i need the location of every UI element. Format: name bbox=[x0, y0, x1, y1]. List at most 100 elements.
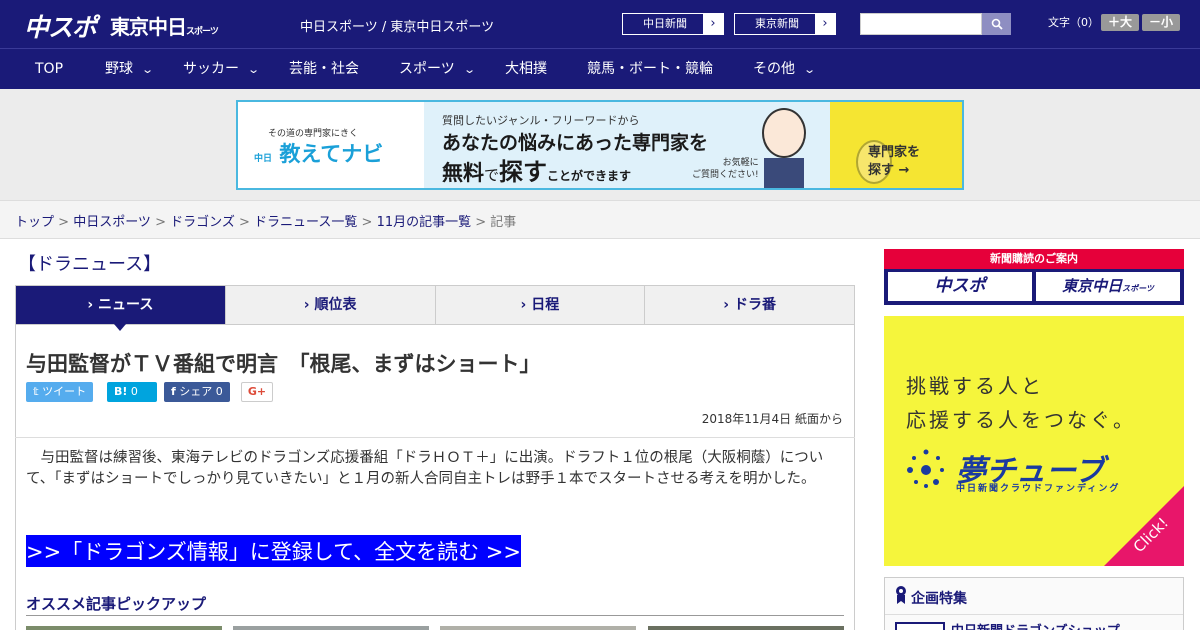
feature-title: 企画特集 bbox=[911, 591, 967, 607]
tokyo-shimbun-link[interactable]: 東京新聞 › bbox=[734, 13, 836, 35]
oshiete-navi-banner[interactable]: その道の専門家にきく 中日 教えてナビ 質問したいジャンル・フリーワードから あ… bbox=[236, 100, 964, 190]
breadcrumb-bar: トップ > 中日スポーツ > ドラゴンズ > ドラニュース一覧 > 11月の記事… bbox=[0, 200, 1200, 239]
hatena-icon: B! bbox=[114, 385, 128, 398]
banner-line1: 質問したいジャンル・フリーワードから bbox=[442, 114, 640, 127]
chuspo-logo[interactable]: 中スポ bbox=[24, 8, 97, 44]
search-button[interactable] bbox=[982, 13, 1011, 35]
ad-line2: 応援する人をつなぐ。 bbox=[906, 408, 1136, 432]
nav-label: 芸能・社会 bbox=[289, 61, 359, 77]
pickup-title: オススメ記事ピックアップ bbox=[26, 595, 207, 613]
banner-note: お気軽に ご質問ください! bbox=[692, 157, 759, 181]
tokyo-chunichi-logo[interactable]: 東京中日スポーツ bbox=[110, 11, 219, 40]
ad-line1: 挑戦する人と bbox=[906, 374, 1044, 398]
dragons-shop-thumbnail[interactable] bbox=[895, 622, 945, 630]
search-icon bbox=[991, 18, 1003, 30]
subscribe-chuspo[interactable]: 中スポ bbox=[888, 272, 1032, 301]
tab-news[interactable]: › ニュース bbox=[16, 286, 226, 331]
subscribe-banner[interactable]: 新聞購読のご案内 中スポ 東京中日スポーツ bbox=[884, 249, 1184, 305]
nav-item-sumo[interactable]: 大相撲 bbox=[505, 49, 547, 89]
tab-dora-ban[interactable]: › ドラ番 bbox=[645, 286, 854, 324]
breadcrumb: トップ > 中日スポーツ > ドラゴンズ > ドラニュース一覧 > 11月の記事… bbox=[15, 215, 517, 230]
header-bar: 中スポ 東京中日スポーツ 中日スポーツ / 東京中日スポーツ 中日新聞 › 東京新… bbox=[0, 0, 1200, 48]
chevron-right-icon: › bbox=[703, 14, 723, 34]
font-size-label: 文字（0） bbox=[1048, 16, 1099, 29]
subscribe-tokyo-chunichi[interactable]: 東京中日スポーツ bbox=[1036, 272, 1180, 301]
hatena-button[interactable]: B! 0 bbox=[107, 382, 157, 402]
banner-cta[interactable]: 専門家を探す → bbox=[830, 102, 962, 188]
search-input[interactable] bbox=[860, 13, 982, 35]
nav-item-entertainment[interactable]: 芸能・社会 bbox=[289, 49, 359, 89]
google-plus-button[interactable]: G+ bbox=[241, 382, 273, 402]
font-larger-button[interactable]: ＋大 bbox=[1101, 14, 1139, 31]
chunichi-shimbun-link[interactable]: 中日新聞 › bbox=[622, 13, 724, 35]
facebook-share-button[interactable]: f シェア 0 bbox=[164, 382, 230, 402]
nav-label: TOP bbox=[35, 61, 64, 77]
pickup-thumbnail[interactable] bbox=[233, 626, 429, 630]
nav-item-racing[interactable]: 競馬・ボート・競輪 bbox=[587, 49, 713, 89]
ad-subtitle: 中日新聞クラウドファンディング bbox=[956, 484, 1121, 494]
banner-copy: 質問したいジャンル・フリーワードから あなたの悩みにあった専門家を 無料で探すこ… bbox=[424, 102, 830, 188]
banner-line2: あなたの悩みにあった専門家を bbox=[442, 132, 709, 154]
site-names: 中日スポーツ / 東京中日スポーツ bbox=[300, 20, 495, 35]
subscribe-tokyo-small: スポーツ bbox=[1122, 284, 1154, 293]
nav-label: サッカー bbox=[183, 61, 239, 77]
pickup-thumbnail[interactable] bbox=[648, 626, 844, 630]
banner-logo-area: その道の専門家にきく 中日 教えてナビ bbox=[238, 102, 424, 188]
nav-item-other[interactable]: その他 ⌄ bbox=[753, 49, 817, 89]
tab-label: ニュース bbox=[98, 297, 154, 313]
tab-label: 順位表 bbox=[314, 297, 357, 313]
breadcrumb-dragons[interactable]: ドラゴンズ bbox=[170, 215, 235, 230]
breadcrumb-november[interactable]: 11月の記事一覧 bbox=[377, 215, 472, 230]
banner-note2: ご質問ください! bbox=[692, 170, 759, 180]
expert-suit bbox=[764, 158, 804, 188]
breadcrumb-chunichi-sports[interactable]: 中日スポーツ bbox=[73, 215, 151, 230]
expert-illustration bbox=[762, 108, 806, 158]
nav-label: 大相撲 bbox=[505, 61, 547, 77]
chevron-down-icon: ⌄ bbox=[803, 63, 817, 76]
tab-label: 日程 bbox=[531, 297, 560, 313]
nav-label: 野球 bbox=[105, 61, 133, 77]
tweet-button[interactable]: 𝕥 ツイート bbox=[26, 382, 94, 402]
tokyo-logo-small: スポーツ bbox=[186, 27, 219, 37]
chevron-down-icon: ⌄ bbox=[247, 63, 261, 76]
tweet-label: ツイート bbox=[42, 385, 87, 398]
feature-box: 企画特集 中日新聞ドラゴンズショップ bbox=[884, 577, 1184, 630]
divider bbox=[15, 437, 855, 438]
article-headline: 与田監督がＴＶ番組で明言 「根尾、まずはショート」 bbox=[26, 352, 541, 376]
banner-logo: 中日 教えてナビ bbox=[254, 138, 383, 168]
read-more-link[interactable]: >>「ドラゴンズ情報」に登録して、全文を読む >> bbox=[26, 535, 521, 567]
tab-schedule[interactable]: › 日程 bbox=[435, 286, 646, 324]
feature-item-dragons-shop[interactable]: 中日新聞ドラゴンズショップ bbox=[951, 620, 1120, 630]
font-smaller-button[interactable]: －小 bbox=[1142, 14, 1180, 31]
banner-cta1: 専門家を bbox=[868, 145, 921, 160]
breadcrumb-top[interactable]: トップ bbox=[15, 215, 54, 230]
banner-can: ことができます bbox=[547, 169, 632, 183]
ribbon-icon bbox=[896, 586, 906, 604]
hatena-count: 0 bbox=[130, 385, 138, 398]
facebook-icon: f bbox=[171, 385, 176, 398]
dragons-tabs: › ニュース › 順位表 › 日程 › ドラ番 bbox=[15, 285, 855, 331]
nav-item-soccer[interactable]: サッカー ⌄ bbox=[183, 49, 261, 89]
pickup-thumbnail[interactable] bbox=[440, 626, 636, 630]
nav-label: 競馬・ボート・競輪 bbox=[587, 61, 713, 77]
yume-tube-ad[interactable]: 挑戦する人と 応援する人をつなぐ。 夢チューブ 中日新聞クラウドファンディング … bbox=[884, 316, 1184, 566]
subscribe-tokyo-label: 東京中日 bbox=[1062, 277, 1123, 295]
tab-standings[interactable]: › 順位表 bbox=[225, 286, 436, 324]
chevron-down-icon: ⌄ bbox=[462, 63, 476, 76]
banner-cta2: 探す → bbox=[868, 163, 910, 178]
nav-item-top[interactable]: TOP bbox=[35, 49, 63, 89]
feature-divider bbox=[885, 614, 1183, 615]
banner-de: で bbox=[484, 166, 500, 184]
chevron-right-icon: › bbox=[815, 14, 835, 34]
nav-item-sports[interactable]: スポーツ ⌄ bbox=[399, 49, 476, 89]
article-date: 2018年11月4日 紙面から bbox=[701, 412, 843, 426]
nav-item-baseball[interactable]: 野球 ⌄ bbox=[105, 49, 154, 89]
nav-label: その他 bbox=[753, 61, 795, 77]
tokyo-shimbun-label: 東京新聞 bbox=[755, 17, 799, 30]
banner-search: 探す bbox=[499, 158, 548, 186]
banner-free: 無料 bbox=[442, 161, 484, 185]
breadcrumb-dora-news[interactable]: ドラニュース一覧 bbox=[254, 215, 357, 230]
banner-logo-text: 教えてナビ bbox=[279, 142, 384, 166]
tokyo-logo-text: 東京中日 bbox=[110, 15, 187, 39]
pickup-thumbnail[interactable] bbox=[26, 626, 222, 630]
